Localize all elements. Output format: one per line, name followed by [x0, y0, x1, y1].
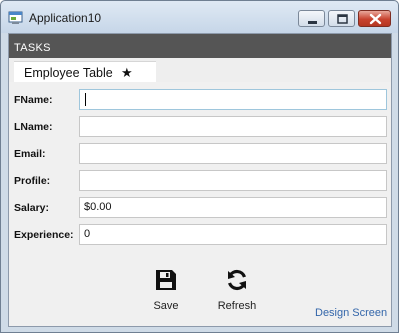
- save-button[interactable]: Save: [136, 268, 196, 318]
- tab-label: Employee Table: [24, 66, 113, 80]
- title-bar[interactable]: Application10: [1, 1, 398, 33]
- close-icon: [369, 13, 382, 25]
- profile-field[interactable]: [79, 170, 387, 191]
- experience-label: Experience:: [14, 229, 74, 241]
- text-caret: [85, 93, 86, 106]
- profile-label: Profile:: [14, 175, 51, 187]
- tasks-label: TASKS: [14, 42, 51, 54]
- email-label: Email:: [14, 148, 46, 160]
- refresh-label: Refresh: [217, 300, 257, 312]
- fname-field[interactable]: [79, 89, 387, 110]
- tasks-bar[interactable]: TASKS: [9, 34, 391, 58]
- minimize-button[interactable]: [298, 10, 325, 27]
- email-field[interactable]: [79, 143, 387, 164]
- fname-label: FName:: [14, 94, 53, 106]
- window-title: Application10: [29, 11, 102, 25]
- client-area: TASKS Employee Table ★ FName: LName: Ema…: [8, 33, 392, 327]
- minimize-icon: [308, 21, 317, 24]
- tab-strip: Employee Table ★: [9, 58, 391, 83]
- experience-field[interactable]: 0: [79, 224, 387, 245]
- lname-label: LName:: [14, 121, 53, 133]
- salary-field[interactable]: $0.00: [79, 197, 387, 218]
- refresh-icon: [227, 269, 247, 291]
- floppy-disk-icon: [156, 270, 176, 290]
- design-screen-link[interactable]: Design Screen: [315, 307, 387, 319]
- command-bar: Save Refresh Design Screen: [9, 260, 391, 326]
- maximize-icon: [337, 14, 348, 24]
- employee-form: FName: LName: Email: Profile: Salary: $0…: [9, 82, 391, 260]
- close-button[interactable]: [358, 10, 391, 27]
- tab-employee-table[interactable]: Employee Table ★: [14, 61, 156, 83]
- maximize-button[interactable]: [328, 10, 355, 27]
- save-label: Save: [153, 300, 179, 312]
- refresh-button[interactable]: Refresh: [207, 268, 267, 318]
- modified-marker: ★: [121, 65, 133, 80]
- lname-field[interactable]: [79, 116, 387, 137]
- application-icon: [8, 11, 24, 25]
- salary-label: Salary:: [14, 202, 50, 214]
- application-window: Application10 TASKS Employee Table ★ FNa…: [0, 0, 399, 333]
